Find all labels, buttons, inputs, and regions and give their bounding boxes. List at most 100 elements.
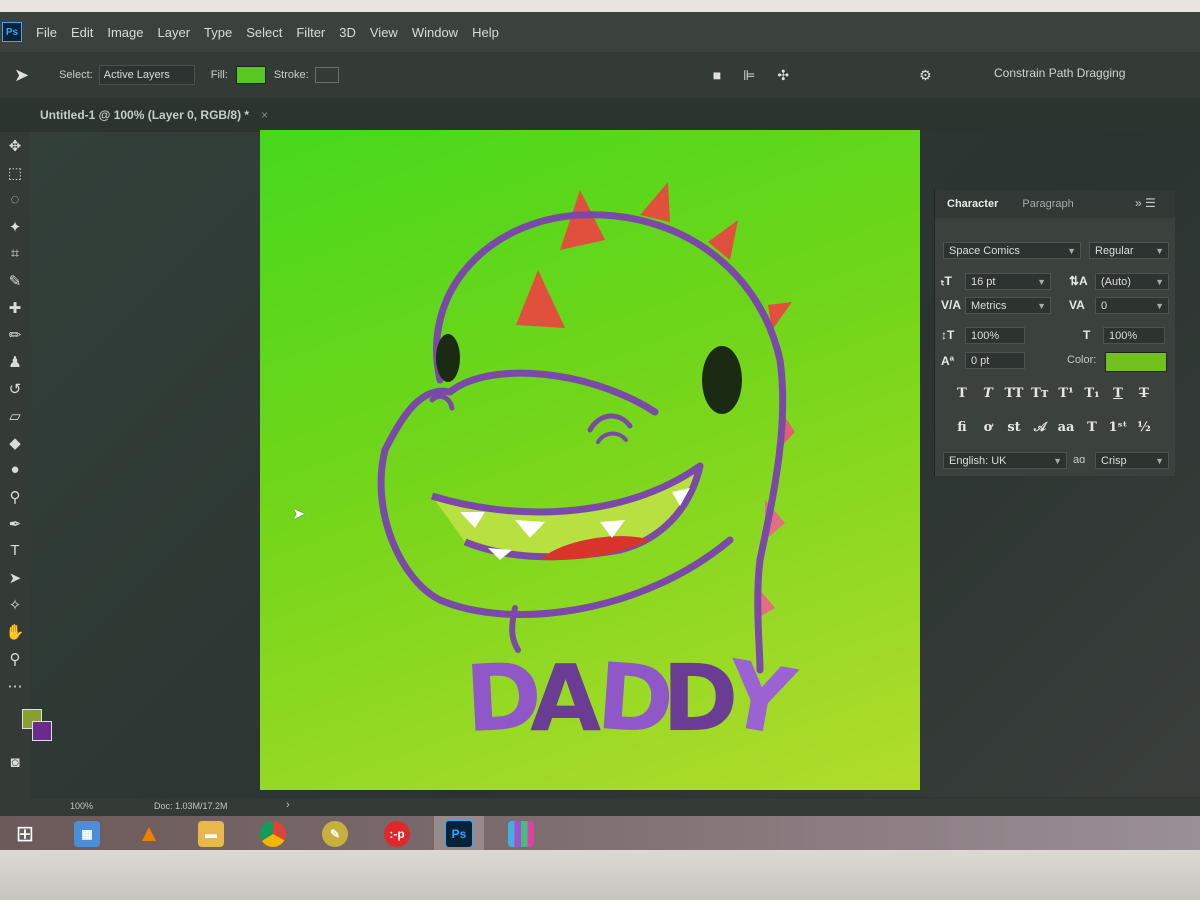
- old-style-button[interactable]: ơ: [977, 420, 999, 435]
- tab-paragraph[interactable]: Paragraph: [1010, 198, 1085, 210]
- taskbar-pencil-app[interactable]: ✎: [310, 816, 360, 852]
- taskbar-chrome[interactable]: [248, 816, 298, 852]
- ligatures-button[interactable]: ﬁ: [951, 420, 973, 435]
- tab-character[interactable]: Character: [935, 198, 1010, 210]
- close-icon[interactable]: ×: [261, 108, 268, 122]
- select-layers-dropdown[interactable]: Active Layers: [98, 65, 195, 85]
- path-selection-tool-icon[interactable]: ➤: [0, 564, 30, 591]
- path-operations-icon[interactable]: ■: [713, 67, 721, 83]
- language-value: English: UK: [949, 455, 1007, 467]
- menu-3d[interactable]: 3D: [339, 25, 356, 40]
- baseline-shift-field[interactable]: 0 pt: [965, 352, 1025, 369]
- eyedropper-tool-icon[interactable]: ✎: [0, 267, 30, 294]
- strikethrough-button[interactable]: T: [1133, 386, 1155, 401]
- path-arrangement-icon[interactable]: ✣: [777, 67, 789, 84]
- font-style-dropdown[interactable]: Regular ▼: [1089, 242, 1169, 259]
- fill-color-swatch[interactable]: [235, 66, 266, 84]
- zoom-level[interactable]: 100%: [70, 801, 93, 811]
- daddy-letter: A: [530, 645, 601, 752]
- paint-bucket-tool-icon[interactable]: ◆: [0, 429, 30, 456]
- tracking-field[interactable]: 0 ▼: [1095, 297, 1169, 314]
- pen-tool-icon[interactable]: ✒: [0, 510, 30, 537]
- menu-window[interactable]: Window: [412, 25, 458, 40]
- windows-start-button[interactable]: ⊞: [0, 816, 50, 852]
- taskbar-vlc[interactable]: ▲: [124, 816, 174, 852]
- eraser-tool-icon[interactable]: ▱: [0, 402, 30, 429]
- lasso-tool-icon[interactable]: ◌: [0, 186, 30, 213]
- menu-help[interactable]: Help: [472, 25, 499, 40]
- path-alignment-icon[interactable]: ⊫: [743, 67, 755, 84]
- font-size-field[interactable]: 16 pt ▼: [965, 273, 1051, 290]
- antialias-dropdown[interactable]: Crisp ▼: [1095, 452, 1169, 469]
- taskbar-network-app[interactable]: ▦: [62, 816, 112, 852]
- discretionary-ligatures-button[interactable]: st: [1003, 420, 1025, 435]
- taskbar-bar-app[interactable]: [496, 816, 546, 852]
- panel-menu-icon[interactable]: » ☰: [1135, 196, 1156, 210]
- horizontal-scale-field[interactable]: 100%: [1103, 327, 1165, 344]
- magic-wand-tool-icon[interactable]: ✦: [0, 213, 30, 240]
- healing-brush-tool-icon[interactable]: ✚: [0, 294, 30, 321]
- menu-type[interactable]: Type: [204, 25, 232, 40]
- type-tool-icon[interactable]: T: [0, 537, 30, 564]
- path-selection-tool-icon[interactable]: ➤: [14, 65, 29, 86]
- taskbar-quickpic[interactable]: :-p: [372, 816, 422, 852]
- menu-file[interactable]: File: [36, 25, 57, 40]
- text-color-swatch[interactable]: [1105, 352, 1167, 372]
- blur-tool-icon[interactable]: ●: [0, 456, 30, 483]
- language-dropdown[interactable]: English: UK ▼: [943, 452, 1067, 469]
- menu-layer[interactable]: Layer: [158, 25, 191, 40]
- kerning-dropdown[interactable]: Metrics ▼: [965, 297, 1051, 314]
- doc-info: Doc: 1.03M/17.2M: [154, 801, 228, 811]
- eye-left: [436, 334, 460, 382]
- stroke-color-swatch[interactable]: [314, 67, 339, 83]
- underline-button[interactable]: T: [1107, 386, 1129, 401]
- swash-button[interactable]: 𝒜: [1029, 420, 1051, 435]
- small-caps-button[interactable]: Tт: [1029, 386, 1051, 401]
- stylistic-alternates-button[interactable]: aa: [1055, 420, 1077, 435]
- quick-mask-icon[interactable]: ◙: [0, 749, 30, 776]
- hand-tool-icon[interactable]: ✋: [0, 618, 30, 645]
- faux-italic-button[interactable]: T: [977, 386, 999, 401]
- move-tool-icon[interactable]: ✥: [0, 132, 30, 159]
- leading-field[interactable]: (Auto) ▼: [1095, 273, 1169, 290]
- menu-select[interactable]: Select: [246, 25, 282, 40]
- horizontal-scale-value: 100%: [1109, 330, 1138, 342]
- font-family-dropdown[interactable]: Space Comics ▼: [943, 242, 1081, 259]
- document-tab[interactable]: Untitled-1 @ 100% (Layer 0, RGB/8) * ×: [40, 98, 280, 132]
- brush-tool-icon[interactable]: ✏: [0, 321, 30, 348]
- menu-view[interactable]: View: [370, 25, 398, 40]
- eye-right: [702, 346, 742, 414]
- faux-bold-button[interactable]: T: [951, 386, 973, 401]
- document-canvas[interactable]: D A D D Y: [260, 130, 920, 790]
- horizontal-scale-icon: T: [1083, 328, 1091, 342]
- dodge-tool-icon[interactable]: ⚲: [0, 483, 30, 510]
- menu-filter[interactable]: Filter: [296, 25, 325, 40]
- clone-stamp-tool-icon[interactable]: ♟: [0, 348, 30, 375]
- subscript-button[interactable]: T₁: [1081, 386, 1103, 401]
- ordinals-button[interactable]: 1ˢᵗ: [1107, 420, 1129, 435]
- antialias-value: Crisp: [1101, 455, 1127, 467]
- baseline-shift-icon: Aª: [941, 354, 955, 368]
- status-menu-arrow-icon[interactable]: ›: [286, 799, 290, 811]
- marquee-tool-icon[interactable]: ⬚: [0, 159, 30, 186]
- vertical-scale-value: 100%: [971, 330, 1000, 342]
- select-label: Select:: [59, 69, 93, 81]
- color-swatches: [0, 699, 52, 749]
- crop-tool-icon[interactable]: ⌗: [0, 240, 30, 267]
- titling-button[interactable]: T: [1081, 420, 1103, 435]
- history-brush-tool-icon[interactable]: ↺: [0, 375, 30, 402]
- menu-edit[interactable]: Edit: [71, 25, 93, 40]
- zoom-tool-icon[interactable]: ⚲: [0, 645, 30, 672]
- menu-image[interactable]: Image: [107, 25, 143, 40]
- fractions-button[interactable]: ½: [1133, 420, 1155, 435]
- background-color-swatch[interactable]: [32, 721, 52, 741]
- superscript-button[interactable]: T¹: [1055, 386, 1077, 401]
- shape-tool-icon[interactable]: ✧: [0, 591, 30, 618]
- constrain-path-dragging-checkbox[interactable]: Constrain Path Dragging: [994, 66, 1125, 80]
- vertical-scale-field[interactable]: 100%: [965, 327, 1025, 344]
- all-caps-button[interactable]: TT: [1003, 386, 1025, 401]
- gear-icon[interactable]: ⚙: [919, 67, 932, 84]
- more-tools-icon[interactable]: ⋯: [0, 672, 30, 699]
- taskbar-photoshop[interactable]: Ps: [434, 816, 484, 852]
- taskbar-file-explorer[interactable]: ▬: [186, 816, 236, 852]
